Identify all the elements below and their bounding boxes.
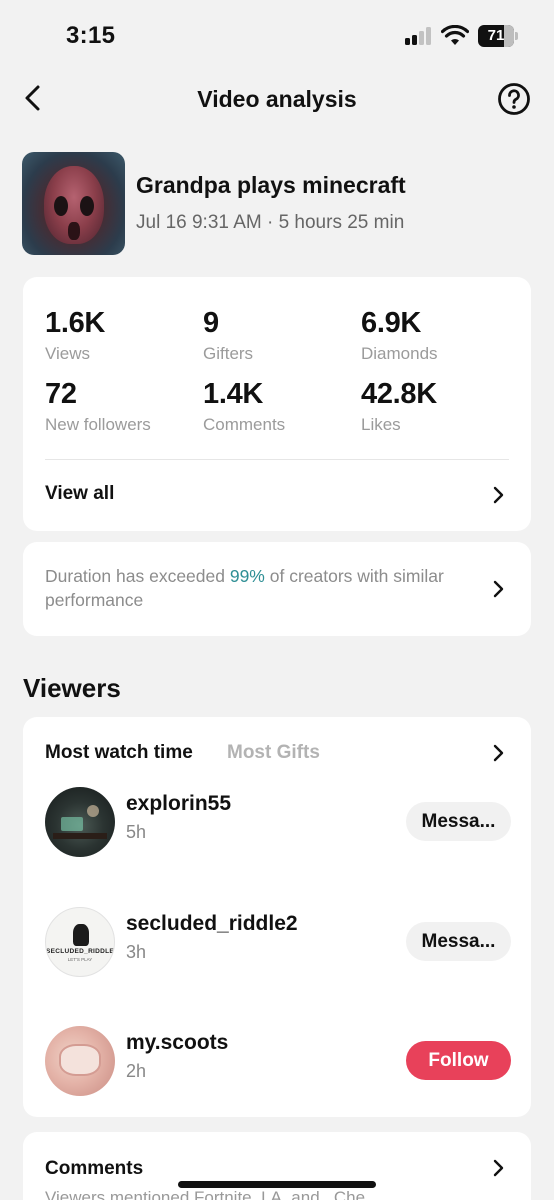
chevron-right-icon[interactable] xyxy=(491,743,505,763)
viewer-row[interactable]: SECLUDED_RIDDLE2 LET'S PLAY secluded_rid… xyxy=(45,907,511,977)
stat-comments: 1.4K Comments xyxy=(203,378,353,435)
stat-value: 1.4K xyxy=(203,378,264,410)
home-indicator[interactable] xyxy=(178,1181,376,1188)
divider xyxy=(45,459,509,460)
stat-new-followers: 72 New followers xyxy=(45,378,195,435)
stat-label: Views xyxy=(45,344,91,363)
viewer-row[interactable]: my.scoots 2h Follow xyxy=(45,1026,511,1096)
stat-label: Likes xyxy=(361,415,401,434)
duration-text: Duration has exceeded 99% of creators wi… xyxy=(45,564,475,612)
stat-value: 9 xyxy=(203,307,219,339)
duration-percent: 99% xyxy=(229,566,265,586)
comments-card[interactable]: Comments Viewers mentioned Fortnite, LA,… xyxy=(23,1132,531,1200)
stat-label: Gifters xyxy=(203,344,254,363)
viewer-watch-time: 2h xyxy=(126,1061,147,1081)
stat-diamonds: 6.9K Diamonds xyxy=(361,307,511,364)
viewer-row[interactable]: explorin55 5h Messa... xyxy=(45,787,511,857)
viewer-username[interactable]: secluded_riddle2 xyxy=(126,912,298,936)
tab-most-gifts[interactable]: Most Gifts xyxy=(227,742,320,764)
video-info[interactable]: Grandpa plays minecraft Jul 16 9:31 AM ·… xyxy=(22,152,532,256)
viewer-watch-time: 3h xyxy=(126,942,147,962)
viewer-watch-time: 5h xyxy=(126,822,147,842)
follow-button[interactable]: Follow xyxy=(406,1041,511,1080)
status-time: 3:15 xyxy=(66,22,116,49)
stat-label: Comments xyxy=(203,415,286,434)
comments-title: Comments xyxy=(45,1158,144,1179)
stats-card: 1.6K Views 9 Gifters 6.9K Diamonds 72 Ne… xyxy=(23,277,531,531)
stat-value: 6.9K xyxy=(361,307,422,339)
wifi-icon xyxy=(441,25,469,45)
viewers-section-title: Viewers xyxy=(23,673,121,703)
battery-level: 71 xyxy=(487,27,505,44)
cellular-signal-icon xyxy=(405,27,435,45)
video-title: Grandpa plays minecraft xyxy=(136,172,406,198)
chevron-right-icon[interactable] xyxy=(491,579,505,599)
chevron-right-icon[interactable] xyxy=(491,485,505,505)
viewer-username[interactable]: explorin55 xyxy=(126,792,231,816)
stat-label: New followers xyxy=(45,415,151,434)
avatar-logo-text: SECLUDED_RIDDLE2 xyxy=(46,948,115,955)
stat-label: Diamonds xyxy=(361,344,438,363)
question-circle-icon[interactable] xyxy=(497,82,531,116)
video-analysis-screen: 3:15 71 Video analysis Grandpa plays min… xyxy=(0,0,554,1200)
avatar-logo-subtext: LET'S PLAY xyxy=(67,957,93,962)
viewer-username[interactable]: my.scoots xyxy=(126,1031,228,1055)
header: Video analysis xyxy=(0,70,554,128)
stat-value: 1.6K xyxy=(45,307,106,339)
avatar[interactable] xyxy=(45,787,115,857)
stat-value: 42.8K xyxy=(361,378,437,410)
view-all-link[interactable]: View all xyxy=(45,483,114,505)
duration-prefix: Duration has exceeded xyxy=(45,566,230,586)
video-thumbnail xyxy=(22,152,125,255)
battery-icon: 71 xyxy=(478,25,518,47)
message-button[interactable]: Messa... xyxy=(406,922,511,961)
avatar[interactable]: SECLUDED_RIDDLE2 LET'S PLAY xyxy=(45,907,115,977)
duration-insight-card[interactable]: Duration has exceeded 99% of creators wi… xyxy=(23,542,531,636)
viewers-card: Most watch time Most Gifts explorin55 5h… xyxy=(23,717,531,1117)
comments-summary: Viewers mentioned Fortnite, LA, and , Ch… xyxy=(45,1188,366,1200)
message-button[interactable]: Messa... xyxy=(406,802,511,841)
chevron-right-icon[interactable] xyxy=(491,1158,505,1178)
video-meta: Jul 16 9:31 AM · 5 hours 25 min xyxy=(136,212,405,233)
stat-likes: 42.8K Likes xyxy=(361,378,511,435)
page-title: Video analysis xyxy=(197,86,357,112)
avatar[interactable] xyxy=(45,1026,115,1096)
tab-most-watch-time[interactable]: Most watch time xyxy=(45,742,193,764)
stat-value: 72 xyxy=(45,378,77,410)
status-bar: 3:15 71 xyxy=(0,0,554,70)
stat-views: 1.6K Views xyxy=(45,307,195,364)
stat-gifters: 9 Gifters xyxy=(203,307,353,364)
